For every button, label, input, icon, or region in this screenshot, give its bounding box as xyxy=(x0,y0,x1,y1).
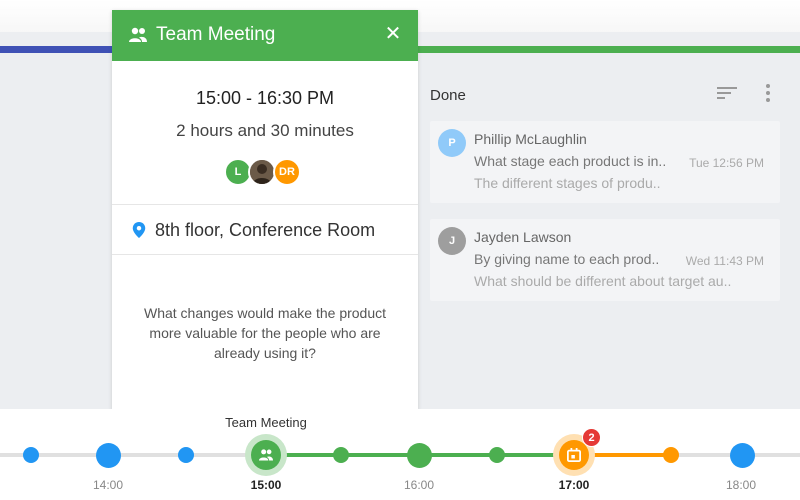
timeline-hour-dot[interactable] xyxy=(96,443,121,468)
event-location: 8th floor, Conference Room xyxy=(155,220,376,240)
notification-badge: 2 xyxy=(582,428,601,447)
messages-header: Done xyxy=(430,83,780,105)
timeline-hour-dot[interactable] xyxy=(407,443,432,468)
event-time-range: 15:00 - 16:30 PM xyxy=(195,88,335,108)
timeline-hour-dot[interactable] xyxy=(730,443,755,468)
avatar[interactable] xyxy=(248,158,276,186)
divider xyxy=(112,204,418,205)
message-subject: What stage each product is in.. xyxy=(474,153,667,169)
message-item[interactable]: J Jayden Lawson By giving name to each p… xyxy=(430,219,780,301)
people-icon xyxy=(129,27,147,42)
blue-accent-band xyxy=(0,46,112,53)
timeline-dot[interactable] xyxy=(489,447,505,463)
person-photo-icon xyxy=(250,160,274,184)
event-card-header: Team Meeting ✕ xyxy=(112,10,418,61)
message-item[interactable]: P Phillip McLaughlin What stage each pro… xyxy=(430,121,780,203)
message-sender: Jayden Lawson xyxy=(474,229,572,245)
close-icon[interactable]: ✕ xyxy=(382,22,404,46)
event-title: Team Meeting xyxy=(156,24,276,45)
timeline-event-marker[interactable] xyxy=(251,440,281,470)
timeline-dot[interactable] xyxy=(333,447,349,463)
event-duration: 2 hours and 30 minutes xyxy=(176,121,354,140)
sort-icon[interactable] xyxy=(717,85,737,101)
timeline-time-label: 14:00 xyxy=(92,478,124,492)
timeline-time-label: 18:00 xyxy=(725,478,757,492)
timeline-time-label: 16:00 xyxy=(403,478,435,492)
message-subject: By giving name to each prod.. xyxy=(474,251,660,267)
timeline: Team Meeting 2 14:00 15:00 16:00 17:00 1… xyxy=(0,409,800,500)
message-time: Tue 12:56 PM xyxy=(689,156,764,170)
timeline-dot[interactable] xyxy=(178,447,194,463)
people-icon xyxy=(259,449,273,461)
timeline-event-label: Team Meeting xyxy=(225,415,307,430)
timeline-dot[interactable] xyxy=(663,447,679,463)
timeline-track xyxy=(0,453,266,457)
avatar: J xyxy=(438,227,466,255)
event-description: What changes would make the product more… xyxy=(143,305,387,361)
messages-header-title: Done xyxy=(430,87,466,104)
more-vert-icon[interactable] xyxy=(763,83,773,103)
location-pin-icon xyxy=(132,222,146,238)
timeline-time-label-current: 15:00 xyxy=(250,478,282,492)
event-detail-card: Team Meeting ✕ 15:00 - 16:30 PM 2 hours … xyxy=(112,10,418,410)
calendar-icon xyxy=(567,448,581,462)
timeline-dot[interactable] xyxy=(23,447,39,463)
avatar[interactable]: DR xyxy=(273,158,301,186)
timeline-time-label-current: 17:00 xyxy=(558,478,590,492)
message-sender: Phillip McLaughlin xyxy=(474,131,587,147)
message-preview: What should be different about target au… xyxy=(474,273,732,289)
message-preview: The different stages of produ.. xyxy=(474,175,661,191)
message-time: Wed 11:43 PM xyxy=(685,254,764,268)
green-accent-band xyxy=(418,46,800,53)
attendee-avatars: L DR xyxy=(224,158,304,188)
divider xyxy=(112,254,418,255)
avatar: P xyxy=(438,129,466,157)
